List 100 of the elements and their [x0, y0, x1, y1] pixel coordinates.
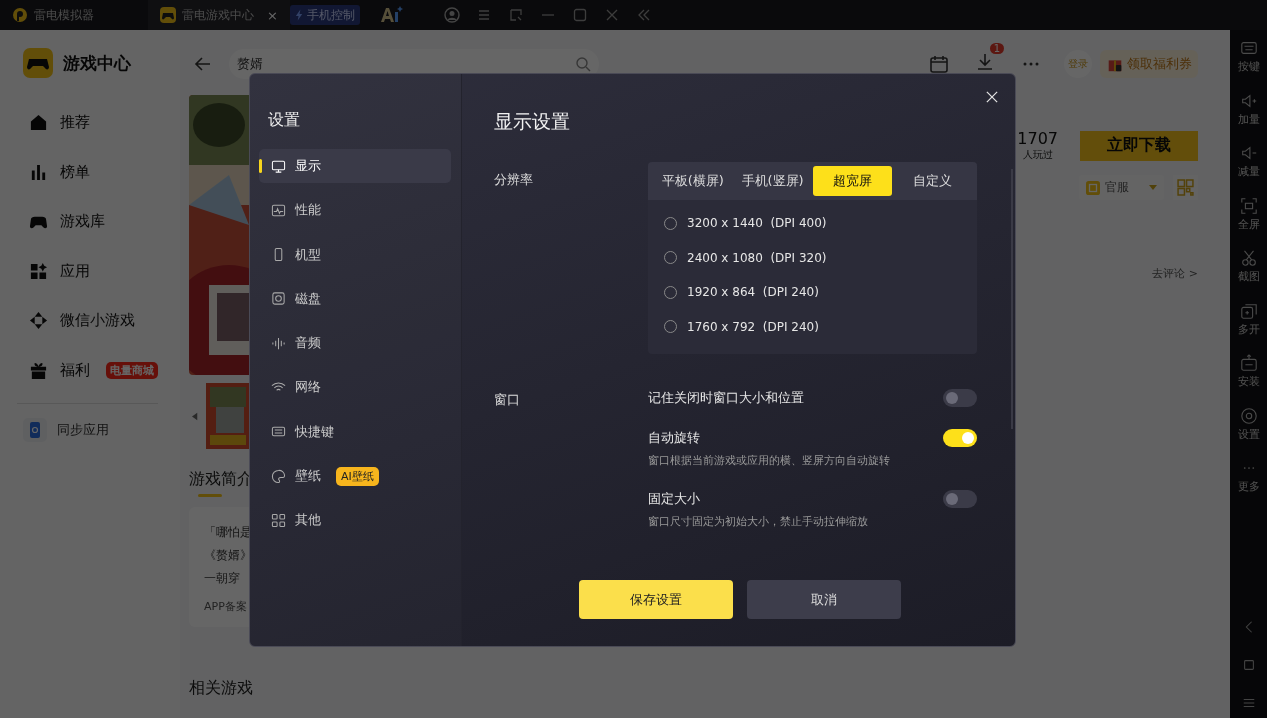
- home-icon: [29, 113, 48, 133]
- feature-badge: AI壁纸: [336, 466, 379, 486]
- setting-label: 记住关闭时窗口大小和位置: [648, 389, 804, 407]
- lightning-icon: [295, 9, 304, 21]
- cancel-button[interactable]: 取消: [747, 580, 901, 619]
- diamond-icon: [29, 311, 48, 331]
- close-tab-button[interactable]: ×: [267, 7, 278, 23]
- toolbar-button[interactable]: 多开: [1237, 301, 1260, 354]
- download-button[interactable]: 立即下载: [1080, 130, 1198, 161]
- calendar-icon[interactable]: [929, 53, 949, 74]
- settings-nav-item[interactable]: 其他: [259, 503, 451, 538]
- resolution-tab[interactable]: 超宽屏: [812, 166, 893, 196]
- toolbar-button[interactable]: 加量: [1237, 91, 1260, 144]
- resolution-option[interactable]: 2400 x 1080 (DPI 320): [687, 250, 827, 265]
- monitor-icon: [271, 158, 286, 174]
- resolution-option[interactable]: 3200 x 1440 (DPI 400): [687, 216, 827, 231]
- settings-nav-item[interactable]: 显示: [259, 149, 451, 183]
- play-count-label: 人玩过: [1022, 148, 1053, 162]
- toolbar-button[interactable]: 全屏: [1237, 196, 1260, 249]
- menu-icon[interactable]: [476, 7, 492, 23]
- window-icon[interactable]: [508, 7, 524, 23]
- section-title: 显示设置: [494, 109, 571, 134]
- settings-nav-item[interactable]: 机型: [259, 237, 451, 272]
- window-plus-icon: [1239, 301, 1258, 320]
- gift-icon: [29, 360, 48, 380]
- sidebar-item[interactable]: 应用: [23, 246, 180, 296]
- home-icon[interactable]: [1241, 658, 1256, 672]
- server-icon: [1086, 180, 1100, 195]
- setting-label: 固定大小: [648, 490, 700, 508]
- left-arrow-icon[interactable]: [192, 411, 198, 421]
- toolbar-button[interactable]: 减量: [1237, 144, 1260, 197]
- toolbar-button[interactable]: 安装: [1237, 354, 1260, 407]
- promo-badge: 电量商城: [106, 361, 158, 379]
- toolbar-button[interactable]: 设置: [1237, 406, 1260, 459]
- toggle-switch[interactable]: [943, 429, 977, 447]
- brand-title: 游戏中心: [63, 51, 131, 75]
- bar-chart-icon: [29, 162, 48, 182]
- speaker-icon: [1239, 144, 1258, 162]
- description-text: 《赘婿》: [204, 547, 253, 564]
- apps-icon: [29, 261, 48, 281]
- login-button[interactable]: 登录: [1064, 49, 1092, 78]
- grid-icon: [271, 512, 286, 528]
- sidebar-item[interactable]: 榜单: [23, 147, 180, 197]
- caret-icon: [1149, 185, 1157, 190]
- gamepad-icon: [160, 7, 176, 23]
- settings-nav-item[interactable]: 音频: [259, 326, 451, 361]
- toggle-switch[interactable]: [943, 389, 977, 407]
- resolution-option[interactable]: 1920 x 864 (DPI 240): [687, 285, 819, 300]
- resolution-option[interactable]: 1760 x 792 (DPI 240): [687, 319, 819, 334]
- palette-icon: [271, 468, 286, 484]
- filing-text: APP备案: [204, 599, 248, 615]
- notification-badge: 1: [989, 42, 1004, 54]
- settings-nav-item[interactable]: 性能: [259, 193, 451, 228]
- description-text: 「哪怕是: [204, 524, 253, 541]
- toolbar-button[interactable]: 截图: [1237, 249, 1260, 302]
- setting-description: 窗口尺寸固定为初始大小，禁止手动拉伸缩放: [648, 514, 869, 529]
- description-text: 一朝穿: [204, 570, 241, 587]
- resolution-tab[interactable]: 手机(竖屏): [732, 166, 813, 196]
- speaker-icon: [1239, 91, 1258, 110]
- search-icon: [575, 55, 591, 72]
- pulse-icon: [271, 202, 286, 218]
- settings-icon: [1239, 406, 1258, 425]
- keyboard-icon: [1239, 39, 1258, 57]
- app-logo-icon: [12, 7, 28, 23]
- setting-description: 窗口根据当前游戏或应用的横、竖屏方向自动旋转: [648, 453, 891, 468]
- setting-label: 分辨率: [494, 171, 534, 189]
- menu-icon[interactable]: [1241, 696, 1256, 710]
- resolution-tab[interactable]: 自定义: [892, 166, 972, 196]
- review-link[interactable]: 去评论 >: [1152, 266, 1198, 281]
- sparkle-icon[interactable]: [380, 6, 404, 24]
- scissors-icon: [1239, 249, 1258, 267]
- maximize-icon[interactable]: [572, 7, 588, 23]
- coupon-button[interactable]: 领取福利券: [1100, 49, 1198, 78]
- audio-icon: [271, 335, 286, 351]
- sidebar-item[interactable]: 游戏库: [23, 197, 180, 247]
- toolbar-button[interactable]: 更多: [1237, 459, 1260, 512]
- dialog-title: 设置: [267, 110, 301, 131]
- settings-nav-item[interactable]: 网络: [259, 370, 451, 405]
- collapse-icon[interactable]: [636, 7, 652, 23]
- qr-code-icon: [1177, 179, 1194, 196]
- settings-nav-item[interactable]: 磁盘: [259, 281, 451, 316]
- sidebar-item[interactable]: 微信小游戏: [23, 296, 180, 346]
- toggle-switch[interactable]: [943, 490, 977, 508]
- settings-nav-item[interactable]: 快捷键: [259, 414, 451, 449]
- apk-icon: [1239, 354, 1258, 372]
- settings-nav-item[interactable]: 壁纸 AI壁纸: [259, 459, 451, 494]
- download-icon[interactable]: [975, 51, 995, 72]
- resolution-tab[interactable]: 平板(横屏): [653, 166, 733, 196]
- play-count: 1707: [1017, 129, 1058, 148]
- sync-apps-button[interactable]: 同步应用: [23, 418, 180, 442]
- setting-label: 窗口: [494, 391, 521, 409]
- setting-label: 自动旋转: [648, 429, 700, 447]
- section-heading: 相关游戏: [189, 678, 253, 699]
- save-button[interactable]: 保存设置: [579, 580, 733, 619]
- close-icon[interactable]: [986, 91, 998, 103]
- sidebar-item[interactable]: 推荐: [23, 98, 180, 148]
- fullscreen-icon: [1239, 196, 1258, 215]
- sidebar-item[interactable]: 福利 电量商城: [23, 345, 180, 395]
- user-icon[interactable]: [444, 7, 460, 23]
- gamepad-logo-icon: [23, 48, 53, 78]
